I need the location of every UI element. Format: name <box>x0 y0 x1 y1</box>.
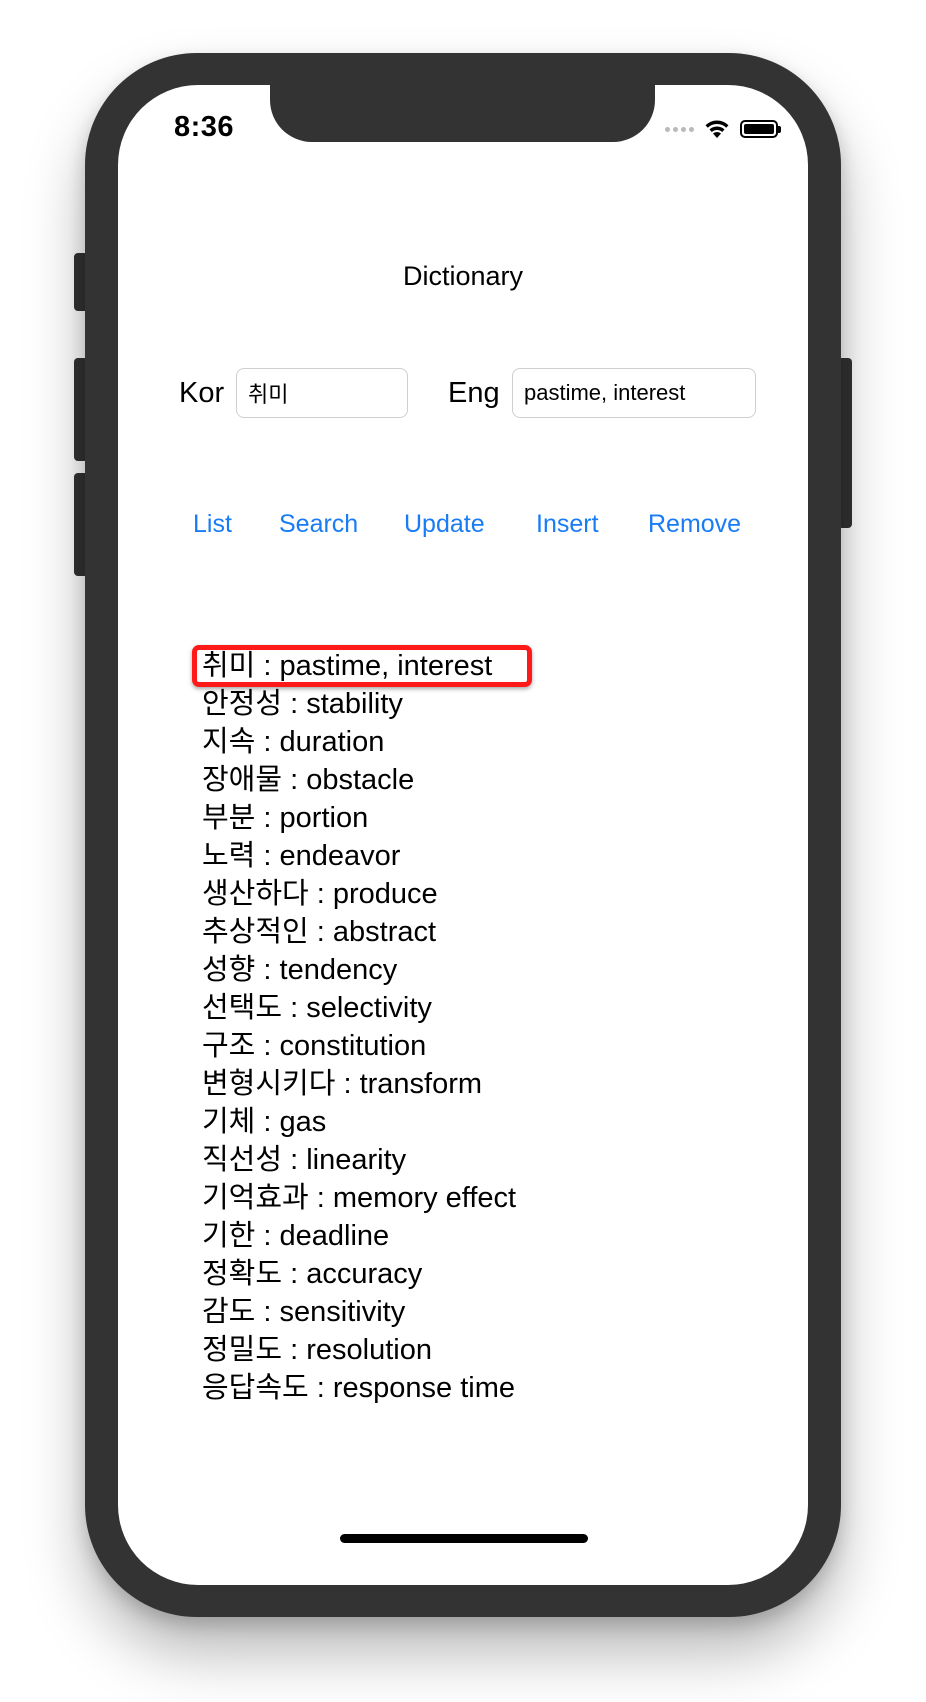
status-time: 8:36 <box>174 111 235 143</box>
list-item: 안정성 : stability <box>202 688 403 720</box>
update-button[interactable]: Update <box>404 510 485 539</box>
cellular-signal-icon <box>665 126 694 132</box>
list-item: 장애물 : obstacle <box>202 764 415 796</box>
list-item: 선택도 : selectivity <box>202 992 432 1024</box>
list-item: 기체 : gas <box>202 1106 327 1138</box>
list-item: 변형시키다 : transform <box>202 1068 483 1100</box>
remove-button[interactable]: Remove <box>648 510 741 539</box>
list-item: 직선성 : linearity <box>202 1144 407 1176</box>
page-title: Dictionary <box>402 261 524 291</box>
list-item: 기억효과 : memory effect <box>202 1182 517 1214</box>
battery-level <box>744 124 774 134</box>
insert-button[interactable]: Insert <box>536 510 599 539</box>
list-item: 감도 : sensitivity <box>202 1296 406 1328</box>
list-item: 기한 : deadline <box>202 1220 390 1252</box>
list-item: 지속 : duration <box>202 726 385 758</box>
wifi-icon <box>705 120 729 138</box>
eng-input[interactable] <box>512 368 756 418</box>
list-item: 노력 : endeavor <box>202 840 401 872</box>
home-indicator[interactable] <box>340 1534 588 1543</box>
phone-screen: 8:36 Dictionary Kor Eng List Search Upda… <box>118 85 808 1585</box>
list-item: 취미 : pastime, interest <box>202 650 493 682</box>
list-item: 구조 : constitution <box>202 1030 427 1062</box>
list-item: 성향 : tendency <box>202 954 398 986</box>
list-item: 정확도 : accuracy <box>202 1258 423 1290</box>
eng-label: Eng <box>448 377 500 409</box>
status-icons <box>665 115 781 143</box>
kor-input[interactable] <box>236 368 408 418</box>
search-button[interactable]: Search <box>279 510 358 539</box>
list-item: 생산하다 : produce <box>202 878 438 910</box>
list-item: 응답속도 : response time <box>202 1372 516 1404</box>
list-button[interactable]: List <box>193 510 232 539</box>
list-item: 부분 : portion <box>202 802 369 834</box>
stage: 8:36 Dictionary Kor Eng List Search Upda… <box>0 0 926 1702</box>
list-item: 추상적인 : abstract <box>202 916 437 948</box>
notch <box>270 85 655 142</box>
kor-label: Kor <box>179 377 225 409</box>
list-item: 정밀도 : resolution <box>202 1334 432 1366</box>
result-list: 취미 : pastime, interest 안정성 : stability 지… <box>202 647 516 1407</box>
battery-icon <box>740 120 781 138</box>
